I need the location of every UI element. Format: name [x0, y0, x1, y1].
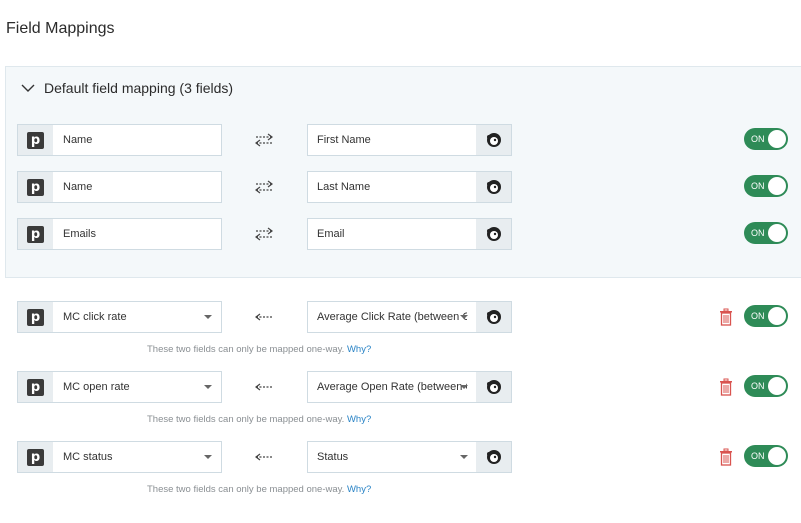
pipedrive-field-label: Name — [63, 134, 93, 146]
why-link[interactable]: Why? — [347, 484, 371, 495]
caret-down-icon — [460, 315, 468, 319]
pipedrive-icon: p — [18, 125, 53, 155]
one-way-hint: These two fields can only be mapped one-… — [147, 414, 372, 425]
one-way-hint: These two fields can only be mapped one-… — [147, 344, 372, 355]
mailchimp-field-label: Average Click Rate (between C — [317, 311, 467, 323]
mailchimp-icon — [476, 442, 511, 472]
two-way-sync-icon — [255, 180, 273, 194]
pipedrive-icon: p — [18, 372, 53, 402]
pipedrive-field-label: MC click rate — [63, 311, 127, 323]
mailchimp-field-label: First Name — [317, 134, 371, 146]
mapping-toggle[interactable]: ON — [744, 175, 788, 197]
mapping-toggle[interactable]: ON — [744, 305, 788, 327]
mailchimp-field-select[interactable]: Average Open Rate (between C — [307, 371, 512, 403]
pipedrive-field-select[interactable]: p MC click rate — [17, 301, 222, 333]
default-mapping-row: p Emails Email ON — [17, 218, 801, 250]
pipedrive-field: p Name — [17, 171, 222, 203]
trash-icon[interactable] — [719, 308, 733, 326]
default-mapping-title: Default field mapping (3 fields) — [44, 80, 234, 96]
custom-mapping-row: p MC click rate Average Click Rate (betw… — [17, 301, 801, 333]
mailchimp-field: First Name — [307, 124, 512, 156]
mailchimp-icon — [476, 302, 511, 332]
pipedrive-field-label: Name — [63, 181, 93, 193]
one-way-arrow-icon — [255, 453, 273, 461]
mapping-toggle[interactable]: ON — [744, 128, 788, 150]
pipedrive-icon: p — [18, 302, 53, 332]
one-way-arrow-icon — [255, 313, 273, 321]
mailchimp-icon — [476, 372, 511, 402]
why-link[interactable]: Why? — [347, 344, 371, 355]
mailchimp-field-select[interactable]: Status — [307, 441, 512, 473]
mapping-toggle[interactable]: ON — [744, 445, 788, 467]
one-way-arrow-icon — [255, 383, 273, 391]
pipedrive-field-label: MC status — [63, 451, 113, 463]
one-way-hint: These two fields can only be mapped one-… — [147, 484, 372, 495]
pipedrive-icon: p — [18, 442, 53, 472]
pipedrive-field: p Emails — [17, 218, 222, 250]
pipedrive-icon: p — [18, 172, 53, 202]
pipedrive-field-select[interactable]: p MC status — [17, 441, 222, 473]
two-way-sync-icon — [255, 227, 273, 241]
caret-down-icon — [460, 385, 468, 389]
mailchimp-field-label: Last Name — [317, 181, 371, 193]
mailchimp-field: Last Name — [307, 171, 512, 203]
mailchimp-field-select[interactable]: Average Click Rate (between C — [307, 301, 512, 333]
mapping-toggle[interactable]: ON — [744, 222, 788, 244]
caret-down-icon — [204, 315, 212, 319]
pipedrive-field-select[interactable]: p MC open rate — [17, 371, 222, 403]
custom-mapping-row: p MC status Status ON — [17, 441, 801, 473]
pipedrive-icon: p — [18, 219, 53, 249]
mailchimp-icon — [476, 172, 511, 202]
mailchimp-field-label: Average Open Rate (between C — [317, 381, 467, 393]
mailchimp-field-label: Status — [317, 451, 349, 463]
pipedrive-field-label: MC open rate — [63, 381, 130, 393]
pipedrive-field: p Name — [17, 124, 222, 156]
page-title: Field Mappings — [6, 20, 115, 37]
mailchimp-icon — [476, 219, 511, 249]
trash-icon[interactable] — [719, 448, 733, 466]
mapping-toggle[interactable]: ON — [744, 375, 788, 397]
trash-icon[interactable] — [719, 378, 733, 396]
default-mapping-header[interactable]: Default field mapping (3 fields) — [21, 80, 233, 96]
two-way-sync-icon — [255, 133, 273, 147]
why-link[interactable]: Why? — [347, 414, 371, 425]
mailchimp-field-label: Email — [317, 228, 345, 240]
default-mapping-row: p Name First Name ON — [17, 124, 801, 156]
caret-down-icon — [204, 455, 212, 459]
caret-down-icon — [460, 455, 468, 459]
chevron-down-icon — [21, 84, 35, 92]
caret-down-icon — [204, 385, 212, 389]
pipedrive-field-label: Emails — [63, 228, 97, 240]
mailchimp-icon — [476, 125, 511, 155]
custom-mapping-row: p MC open rate Average Open Rate (betwee… — [17, 371, 801, 403]
default-mapping-row: p Name Last Name ON — [17, 171, 801, 203]
mailchimp-field: Email — [307, 218, 512, 250]
